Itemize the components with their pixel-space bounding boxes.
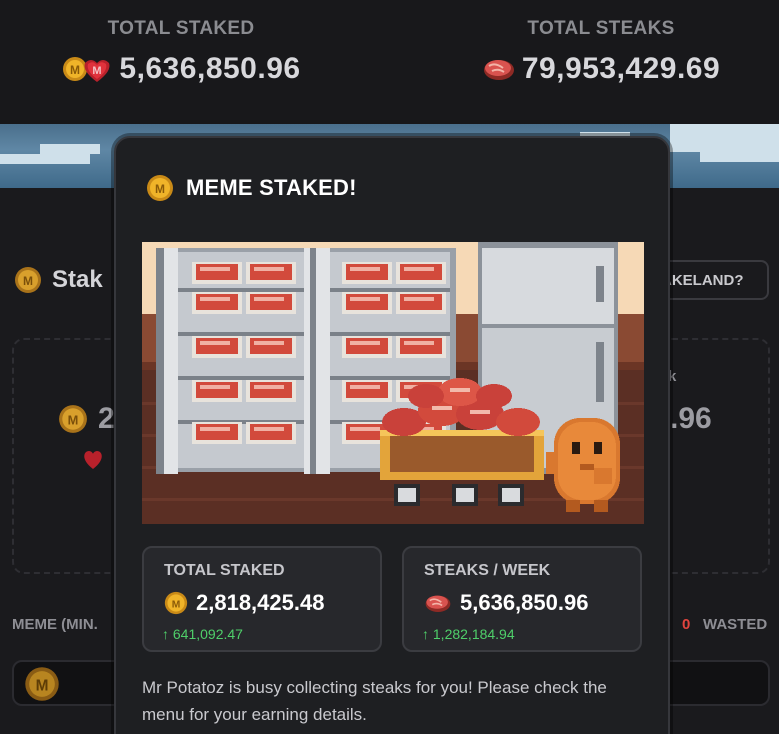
steak-icon: [425, 595, 451, 613]
stake-section-title: M Stak: [14, 266, 103, 294]
steaks-per-week-card: STEAKS / WEEK 5,636,850.96 ↑ 1,282,184.9…: [402, 546, 642, 652]
meme-min-label: MEME (MIN.: [12, 616, 98, 633]
total-staked-card: TOTAL STAKED M 2,818,425.48 ↑ 641,092.47: [142, 546, 382, 652]
slider-handle-coin-icon[interactable]: M: [24, 666, 60, 702]
meme-coin-icon: M: [147, 175, 173, 201]
svg-text:M: M: [68, 412, 79, 427]
stats-header: TOTAL STAKED M M 5,636,850.96 TOTAL STEA…: [0, 0, 779, 120]
svg-text:M: M: [23, 274, 33, 288]
total-staked-card-value: 2,818,425.48: [196, 590, 325, 615]
stake-title-text: Stak: [52, 266, 103, 293]
meme-coin-icon: M: [164, 591, 188, 615]
svg-text:M: M: [36, 677, 49, 694]
steaks-per-week-delta: ↑ 1,282,184.94: [422, 626, 515, 642]
steaks-per-week-value: 5,636,850.96: [460, 590, 589, 615]
total-steaks-value: 79,953,429.69: [521, 52, 721, 85]
steak-icon: [483, 60, 514, 80]
right-card-value: .96: [670, 402, 712, 435]
stake-card-right: [660, 338, 770, 574]
total-staked-value: 5,636,850.96: [119, 52, 301, 85]
modal-title: MEME STAKED!: [186, 175, 357, 200]
modal-header: M MEME STAKED!: [146, 174, 357, 202]
svg-text:M: M: [93, 65, 102, 77]
meme-staked-modal: M MEME STAKED! TOTAL STAKED M 2,818,425.…: [114, 136, 670, 734]
steak-factory-illustration: [142, 242, 644, 524]
svg-text:M: M: [155, 182, 165, 196]
left-card-value: 2: [98, 402, 115, 435]
heart-icon: [84, 451, 102, 469]
svg-text:M: M: [172, 599, 181, 610]
total-staked-label: TOTAL STAKED: [107, 18, 255, 39]
meme-coin-heart-icon: M M: [63, 57, 110, 82]
total-staked-card-label: TOTAL STAKED: [164, 562, 285, 579]
svg-text:M: M: [70, 63, 80, 77]
wasted-count: 0: [682, 616, 691, 633]
total-staked-delta: ↑ 641,092.47: [162, 626, 243, 642]
meme-coin-icon: M: [59, 405, 87, 433]
total-steaks-label: TOTAL STEAKS: [527, 18, 675, 39]
wasted-label: WASTED: [703, 616, 768, 633]
stake-card-left: [12, 338, 122, 574]
meme-coin-icon: M: [15, 267, 41, 293]
modal-message: Mr Potatoz is busy collecting steaks for…: [142, 678, 607, 724]
total-steaks-stat: TOTAL STEAKS 79,953,429.69: [436, 18, 766, 86]
steaks-per-week-label: STEAKS / WEEK: [424, 562, 551, 579]
total-staked-stat: TOTAL STAKED M M 5,636,850.96: [16, 18, 346, 86]
